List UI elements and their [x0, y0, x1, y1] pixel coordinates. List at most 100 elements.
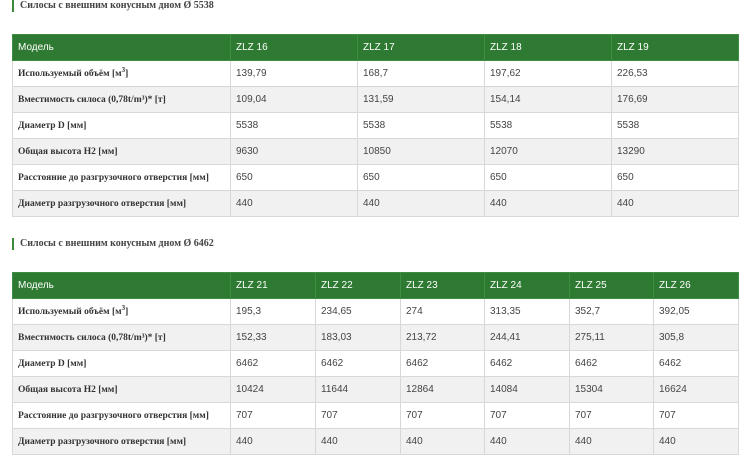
- table-cell: 109,04: [230, 86, 358, 113]
- table-cell: 5538: [611, 112, 739, 139]
- table-cell: 352,7: [569, 298, 654, 325]
- table-header-row: Модель ZLZ 21 ZLZ 22 ZLZ 23 ZLZ 24 ZLZ 2…: [12, 272, 739, 299]
- row-label-diameter: Диаметр D [мм]: [12, 350, 231, 377]
- table-cell: 6462: [400, 350, 485, 377]
- table-cell: 707: [230, 402, 316, 429]
- table-cell: 440: [315, 428, 401, 455]
- table-cell: 16624: [653, 376, 739, 403]
- row-label-diameter: Диаметр D [мм]: [12, 112, 231, 139]
- table-row: Диаметр разгрузочного отверстия [мм] 440…: [12, 428, 739, 455]
- table-row: Используемый объём [м3] 139,79 168,7 197…: [12, 60, 739, 87]
- row-label-outlet-diameter: Диаметр разгрузочного отверстия [мм]: [12, 428, 231, 455]
- table-cell: 152,33: [230, 324, 316, 351]
- table-cell: 154,14: [484, 86, 612, 113]
- table-cell: 650: [357, 164, 485, 191]
- row-label-capacity: Вместимость силоса (0,78t/m³)* [т]: [12, 324, 231, 351]
- table-cell: 13290: [611, 138, 739, 165]
- table-cell: 9630: [230, 138, 358, 165]
- table-cell: 313,35: [484, 298, 570, 325]
- table-cell: 440: [230, 428, 316, 455]
- row-label-volume: Используемый объём [м3]: [12, 298, 231, 325]
- column-header: ZLZ 18: [484, 34, 612, 61]
- table-cell: 234,65: [315, 298, 401, 325]
- column-header: ZLZ 24: [484, 272, 570, 299]
- table-cell: 10850: [357, 138, 485, 165]
- table-cell: 6462: [230, 350, 316, 377]
- table-cell: 5538: [484, 112, 612, 139]
- row-label-outlet-distance: Расстояние до разгрузочного отверстия [м…: [12, 402, 231, 429]
- table-cell: 650: [611, 164, 739, 191]
- table-cell: 6462: [484, 350, 570, 377]
- table-row: Общая высота H2 [мм] 10424 11644 12864 1…: [12, 376, 739, 403]
- table-cell: 226,53: [611, 60, 739, 87]
- table-cell: 440: [400, 428, 485, 455]
- table-row: Расстояние до разгрузочного отверстия [м…: [12, 164, 739, 191]
- table-cell: 440: [484, 428, 570, 455]
- table-cell: 440: [611, 190, 739, 217]
- table-cell: 440: [484, 190, 612, 217]
- section-title-6462: Силосы с внешним конусным дном Ø 6462: [12, 238, 214, 250]
- table-cell: 440: [230, 190, 358, 217]
- table-cell: 6462: [653, 350, 739, 377]
- table-cell: 707: [315, 402, 401, 429]
- table-header-row: Модель ZLZ 16 ZLZ 17 ZLZ 18 ZLZ 19: [12, 34, 739, 61]
- table-cell: 392,05: [653, 298, 739, 325]
- table-cell: 213,72: [400, 324, 485, 351]
- table-cell: 274: [400, 298, 485, 325]
- row-label-volume: Используемый объём [м3]: [12, 60, 231, 87]
- row-label-outlet-distance: Расстояние до разгрузочного отверстия [м…: [12, 164, 231, 191]
- table-cell: 707: [400, 402, 485, 429]
- column-header: ZLZ 25: [569, 272, 654, 299]
- table-cell: 168,7: [357, 60, 485, 87]
- table-cell: 183,03: [315, 324, 401, 351]
- table-cell: 139,79: [230, 60, 358, 87]
- table-cell: 440: [653, 428, 739, 455]
- row-label-height: Общая высота H2 [мм]: [12, 138, 231, 165]
- table-cell: 707: [653, 402, 739, 429]
- table-cell: 6462: [569, 350, 654, 377]
- column-header-model: Модель: [12, 34, 231, 61]
- table-row: Общая высота H2 [мм] 9630 10850 12070 13…: [12, 138, 739, 165]
- table-cell: 305,8: [653, 324, 739, 351]
- table-cell: 707: [484, 402, 570, 429]
- table-cell: 11644: [315, 376, 401, 403]
- table-cell: 10424: [230, 376, 316, 403]
- table-row: Используемый объём [м3] 195,3 234,65 274…: [12, 298, 739, 325]
- table-cell: 131,59: [357, 86, 485, 113]
- table-row: Диаметр D [мм] 6462 6462 6462 6462 6462 …: [12, 350, 739, 377]
- row-label-height: Общая высота H2 [мм]: [12, 376, 231, 403]
- table-cell: 14084: [484, 376, 570, 403]
- specs-table-6462: Модель ZLZ 21 ZLZ 22 ZLZ 23 ZLZ 24 ZLZ 2…: [12, 272, 739, 455]
- column-header-model: Модель: [12, 272, 231, 299]
- table-row: Вместимость силоса (0,78t/m³)* [т] 109,0…: [12, 86, 739, 113]
- column-header: ZLZ 21: [230, 272, 316, 299]
- table-row: Вместимость силоса (0,78t/m³)* [т] 152,3…: [12, 324, 739, 351]
- table-cell: 197,62: [484, 60, 612, 87]
- column-header: ZLZ 19: [611, 34, 739, 61]
- specs-table-5538: Модель ZLZ 16 ZLZ 17 ZLZ 18 ZLZ 19 Испол…: [12, 34, 739, 217]
- table-cell: 440: [357, 190, 485, 217]
- section-title-5538: Силосы с внешним конусным дном Ø 5538: [12, 0, 214, 12]
- table-cell: 6462: [315, 350, 401, 377]
- table-cell: 176,69: [611, 86, 739, 113]
- row-label-capacity: Вместимость силоса (0,78t/m³)* [т]: [12, 86, 231, 113]
- column-header: ZLZ 23: [400, 272, 485, 299]
- table-cell: 15304: [569, 376, 654, 403]
- table-cell: 12864: [400, 376, 485, 403]
- table-cell: 707: [569, 402, 654, 429]
- table-cell: 5538: [357, 112, 485, 139]
- table-row: Расстояние до разгрузочного отверстия [м…: [12, 402, 739, 429]
- column-header: ZLZ 16: [230, 34, 358, 61]
- column-header: ZLZ 22: [315, 272, 401, 299]
- row-label-outlet-diameter: Диаметр разгрузочного отверстия [мм]: [12, 190, 231, 217]
- table-row: Диаметр разгрузочного отверстия [мм] 440…: [12, 190, 739, 217]
- table-cell: 275,11: [569, 324, 654, 351]
- table-row: Диаметр D [мм] 5538 5538 5538 5538: [12, 112, 739, 139]
- column-header: ZLZ 26: [653, 272, 739, 299]
- column-header: ZLZ 17: [357, 34, 485, 61]
- table-cell: 244,41: [484, 324, 570, 351]
- table-cell: 440: [569, 428, 654, 455]
- table-cell: 650: [484, 164, 612, 191]
- table-cell: 195,3: [230, 298, 316, 325]
- table-cell: 5538: [230, 112, 358, 139]
